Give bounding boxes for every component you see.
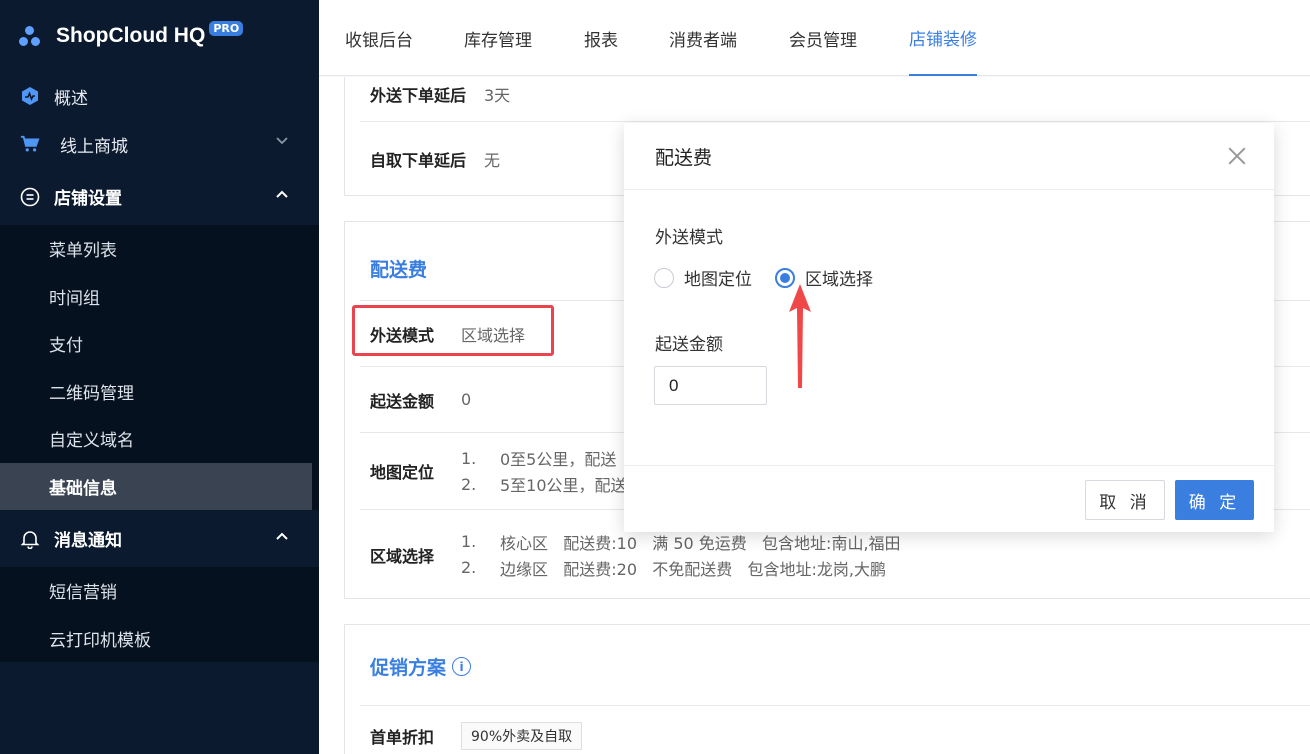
cart-icon — [20, 134, 40, 154]
brand[interactable]: ShopCloud HQ PRO — [0, 0, 319, 72]
tab-store-decoration[interactable]: 店铺装修 — [909, 0, 977, 76]
min-amount-input[interactable] — [654, 366, 767, 405]
sidebar-item-basic-info[interactable]: 基础信息 — [0, 462, 312, 510]
brand-logo-icon — [18, 24, 42, 48]
min-amount-label: 起送金额 — [370, 391, 435, 411]
settings-circle-icon — [20, 187, 40, 207]
first-discount-tag: 90%外卖及自取 — [461, 721, 583, 750]
pro-badge: PRO — [209, 20, 244, 36]
map-list: 1. 0至5公里，配送 2. 5至10公里，配送 — [461, 445, 627, 497]
nav-store-settings[interactable]: 店铺设置 — [0, 168, 319, 225]
promotion-title-text: 促销方案 — [370, 657, 447, 679]
tab-members[interactable]: 会员管理 — [789, 0, 857, 76]
modal-header: 配送费 — [624, 123, 1274, 190]
nav-online-mall-label: 线上商城 — [60, 136, 128, 157]
sidebar-item-custom-domain[interactable]: 自定义域名 — [0, 415, 312, 463]
sidebar-item-sms-marketing[interactable]: 短信营销 — [0, 567, 312, 615]
first-discount-label: 首单折扣 — [370, 727, 435, 747]
list-item: 2. 边缘区 配送费:20 不免配送费 包含地址:龙岗,大鹏 — [461, 555, 901, 581]
nav-overview[interactable]: 概述 — [0, 72, 319, 120]
sidebar-item-payment[interactable]: 支付 — [0, 320, 312, 368]
promotion-title: 促销方案 i — [370, 653, 472, 680]
close-icon[interactable] — [1224, 143, 1250, 169]
min-amount-value: 0 — [461, 390, 472, 409]
nav-notifications[interactable]: 消息通知 — [0, 510, 319, 567]
modal-amount-label: 起送金额 — [655, 335, 723, 355]
sidebar-item-qrcode[interactable]: 二维码管理 — [0, 368, 312, 416]
delivery-fee-modal: 配送费 外送模式 地图定位 区域选择 起送金额 取 消 确 定 — [624, 123, 1274, 532]
confirm-button[interactable]: 确 定 — [1175, 480, 1254, 520]
tab-reports[interactable]: 报表 — [584, 0, 618, 76]
pickup-delay-label: 自取下单延后 — [370, 151, 467, 170]
nav-notifications-label: 消息通知 — [54, 531, 122, 551]
list-text: 0至5公里，配送 — [500, 450, 617, 469]
nav-online-mall[interactable]: 线上商城 — [0, 120, 319, 168]
list-num: 2. — [461, 474, 477, 494]
top-nav: 收银后台 库存管理 报表 消费者端 会员管理 店铺装修 — [319, 0, 1310, 76]
zone-list: 1. 核心区 配送费:10 满 50 免运费 包含地址:南山,福田 2. 边缘区 配… — [461, 529, 901, 581]
radio-circle[interactable] — [654, 267, 674, 288]
map-label: 地图定位 — [370, 463, 435, 482]
list-num: 1. — [461, 532, 477, 551]
sidebar-item-time-group[interactable]: 时间组 — [0, 273, 312, 321]
pickup-delay-value: 无 — [484, 151, 501, 170]
sidebar-item-printer-template[interactable]: 云打印机模板 — [0, 615, 312, 663]
delivery-delay-row: 外送下单延后 3天 — [360, 77, 1310, 122]
tab-inventory[interactable]: 库存管理 — [464, 0, 532, 76]
list-text: 5至10公里，配送 — [500, 476, 627, 495]
dashboard-icon — [20, 86, 40, 106]
modal-footer: 取 消 确 定 — [624, 465, 1274, 532]
radio-map-location[interactable]: 地图定位 — [654, 265, 752, 290]
promotion-card: 促销方案 i 首单折扣 90%外卖及自取 — [344, 624, 1310, 754]
store-settings-submenu: 菜单列表 时间组 支付 二维码管理 自定义域名 基础信息 — [0, 225, 319, 510]
nav-overview-label: 概述 — [54, 88, 88, 109]
brand-name: ShopCloud HQ — [56, 24, 206, 47]
radio-map-location-label: 地图定位 — [684, 270, 752, 290]
sidebar-item-menu-list[interactable]: 菜单列表 — [0, 225, 312, 273]
list-item: 1. 核心区 配送费:10 满 50 免运费 包含地址:南山,福田 — [461, 529, 901, 555]
list-item: 1. 0至5公里，配送 — [461, 445, 627, 471]
first-discount-row: 首单折扣 90%外卖及自取 — [360, 705, 1310, 754]
list-num: 1. — [461, 448, 477, 468]
tab-consumer[interactable]: 消费者端 — [669, 0, 737, 76]
delivery-fee-title: 配送费 — [370, 259, 428, 281]
modal-title: 配送费 — [655, 146, 713, 169]
modal-mode-label: 外送模式 — [655, 228, 723, 248]
zone-label: 区域选择 — [370, 546, 435, 566]
nav-store-settings-label: 店铺设置 — [54, 189, 122, 209]
annotation-arrow-icon — [789, 284, 811, 388]
list-text: 边缘区 配送费:20 不免配送费 包含地址:龙岗,大鹏 — [500, 559, 887, 579]
info-icon[interactable]: i — [452, 657, 472, 676]
chevron-up-icon — [275, 188, 289, 202]
highlight-box — [352, 305, 554, 356]
chevron-up-icon — [275, 530, 289, 544]
cancel-button[interactable]: 取 消 — [1085, 480, 1165, 520]
delivery-delay-value: 3天 — [484, 86, 511, 105]
list-text: 核心区 配送费:10 满 50 免运费 包含地址:南山,福田 — [500, 533, 901, 553]
list-item: 2. 5至10公里，配送 — [461, 471, 627, 497]
delivery-delay-label: 外送下单延后 — [370, 86, 467, 105]
chevron-down-icon — [275, 135, 289, 149]
notifications-submenu: 短信营销 云打印机模板 — [0, 567, 319, 662]
tab-pos-backend[interactable]: 收银后台 — [345, 0, 413, 76]
bell-icon — [20, 529, 40, 549]
radio-zone-select-label: 区域选择 — [805, 270, 873, 290]
list-num: 2. — [461, 558, 477, 577]
sidebar: ShopCloud HQ PRO 概述 线上商城 店铺设置 菜单列表 时间组 支… — [0, 0, 319, 754]
